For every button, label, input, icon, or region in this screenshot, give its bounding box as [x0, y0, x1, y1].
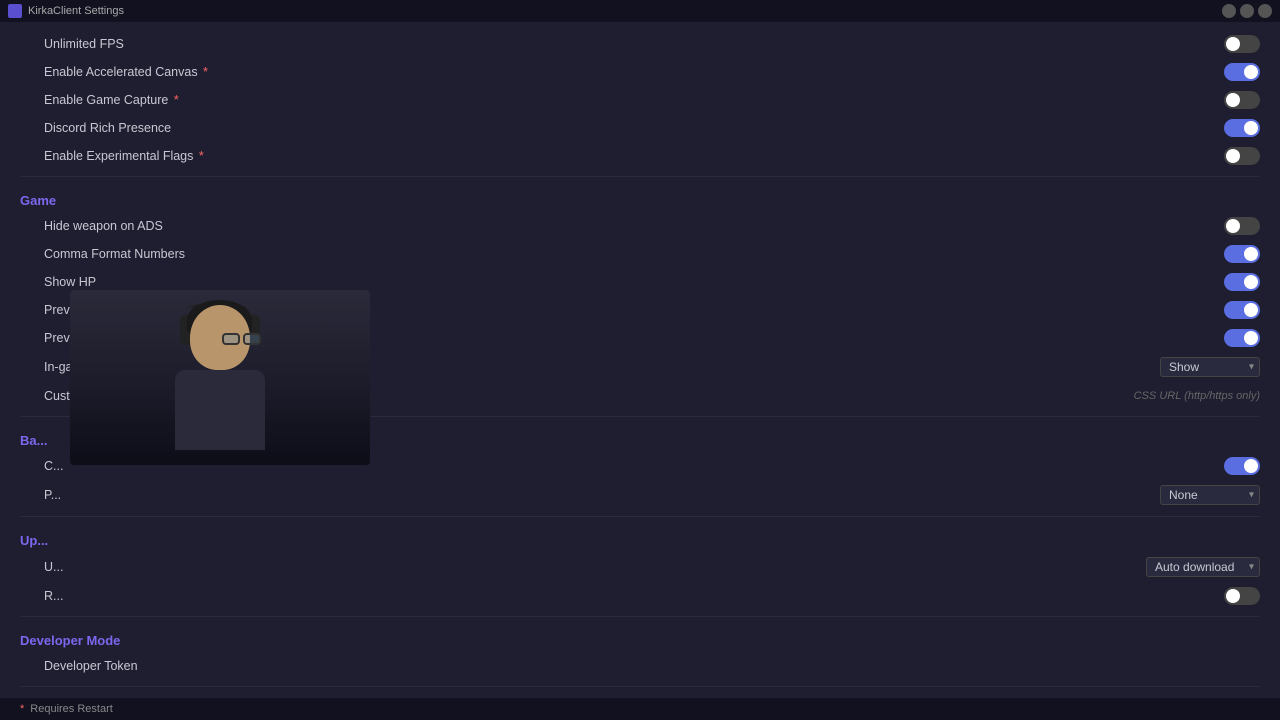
setting-row-up-u: U... Auto download Manual Disabled	[0, 552, 1280, 582]
person-body	[175, 370, 265, 450]
toggle-discord-presence[interactable]	[1224, 119, 1260, 137]
toggle-comma-format[interactable]	[1224, 245, 1260, 263]
chat-mode-select[interactable]: Show Hide Auto	[1160, 357, 1260, 377]
required-marker: *	[199, 149, 204, 163]
glasses	[222, 333, 261, 345]
setting-row-accelerated-canvas: Enable Accelerated Canvas *	[0, 58, 1280, 86]
setting-row-comma-format: Comma Format Numbers	[0, 240, 1280, 268]
toggle-game-capture[interactable]	[1224, 91, 1260, 109]
up-u-select[interactable]: Auto download Manual Disabled	[1146, 557, 1260, 577]
setting-label: R...	[44, 589, 63, 603]
toggle-ba-c[interactable]	[1224, 457, 1260, 475]
glass-lens-right	[243, 333, 261, 345]
ba-p-select[interactable]: None Option1	[1160, 485, 1260, 505]
divider	[20, 176, 1260, 177]
required-marker: *	[203, 65, 208, 79]
section-game: Game	[0, 183, 1280, 212]
titlebar-left: KirkaClient Settings	[8, 4, 124, 18]
toggle-unlimited-fps[interactable]	[1224, 35, 1260, 53]
setting-row-developer-token: Developer Token	[0, 652, 1280, 680]
setting-row-ba-p: P... None Option1	[0, 480, 1280, 510]
toggle-accelerated-canvas[interactable]	[1224, 63, 1260, 81]
person-figure	[160, 300, 280, 455]
toggle-prevent-m4m5[interactable]	[1224, 329, 1260, 347]
webcam-overlay	[70, 290, 370, 465]
setting-label: Comma Format Numbers	[44, 247, 185, 261]
close-button[interactable]: ✕	[1258, 4, 1272, 18]
webcam-video	[70, 290, 370, 465]
setting-row-up-r: R...	[0, 582, 1280, 610]
setting-label: U...	[44, 560, 63, 574]
section-developer: Developer Mode	[0, 623, 1280, 652]
setting-label: Unlimited FPS	[44, 37, 124, 51]
requires-restart-text: Requires Restart	[30, 703, 113, 715]
setting-row-discord-presence: Discord Rich Presence	[0, 114, 1280, 142]
toggle-experimental-flags[interactable]	[1224, 147, 1260, 165]
maximize-button[interactable]: □	[1240, 4, 1254, 18]
setting-label: Developer Token	[44, 659, 138, 673]
setting-label: P...	[44, 488, 61, 502]
up-u-select-wrapper: Auto download Manual Disabled	[1146, 557, 1260, 577]
divider	[20, 616, 1260, 617]
setting-label: Hide weapon on ADS	[44, 219, 163, 233]
setting-label: Enable Game Capture *	[44, 93, 179, 107]
titlebar: KirkaClient Settings ─ □ ✕	[0, 0, 1280, 22]
titlebar-title: KirkaClient Settings	[28, 5, 124, 17]
ba-p-select-wrapper: None Option1	[1160, 485, 1260, 505]
toggle-hide-weapon[interactable]	[1224, 217, 1260, 235]
glass-lens-left	[222, 333, 240, 345]
divider	[20, 686, 1260, 687]
section-up: Up...	[0, 523, 1280, 552]
toggle-show-hp[interactable]	[1224, 273, 1260, 291]
setting-row-game-capture: Enable Game Capture *	[0, 86, 1280, 114]
chat-mode-select-wrapper: Show Hide Auto	[1160, 357, 1260, 377]
minimize-button[interactable]: ─	[1222, 4, 1236, 18]
setting-row-experimental-flags: Enable Experimental Flags *	[0, 142, 1280, 170]
required-marker: *	[174, 93, 179, 107]
setting-label: Enable Accelerated Canvas *	[44, 65, 208, 79]
setting-label: C...	[44, 459, 63, 473]
setting-label: Enable Experimental Flags *	[44, 149, 204, 163]
person-head	[190, 305, 250, 370]
toggle-up-r[interactable]	[1224, 587, 1260, 605]
toggle-prevent-ctrlw[interactable]	[1224, 301, 1260, 319]
app-icon	[8, 4, 22, 18]
setting-row-hide-weapon: Hide weapon on ADS	[0, 212, 1280, 240]
titlebar-controls: ─ □ ✕	[1222, 4, 1272, 18]
setting-label: Show HP	[44, 275, 96, 289]
css-url-hint: CSS URL (http/https only)	[1134, 390, 1260, 402]
requires-restart-bar: Requires Restart	[0, 698, 1280, 720]
setting-label: Discord Rich Presence	[44, 121, 171, 135]
divider	[20, 516, 1260, 517]
setting-row-unlimited-fps: Unlimited FPS	[0, 30, 1280, 58]
